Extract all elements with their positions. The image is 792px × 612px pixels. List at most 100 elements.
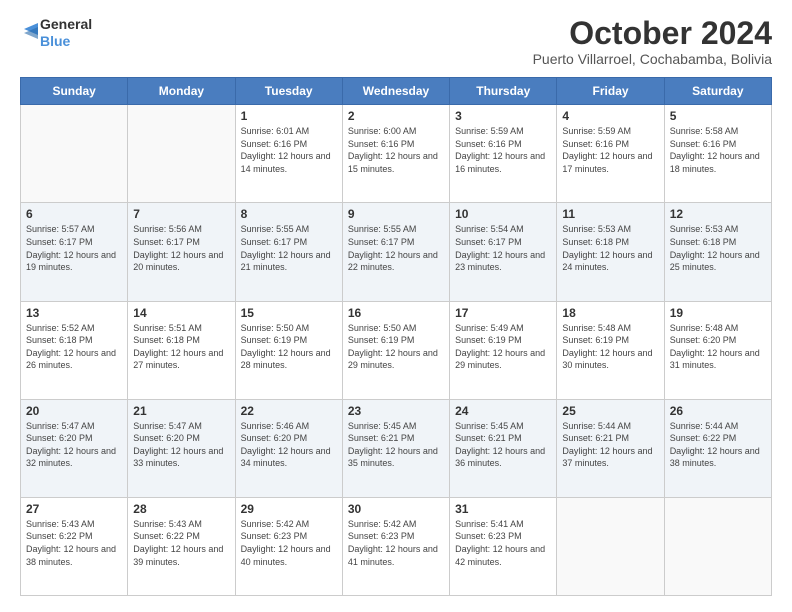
day-info: Sunrise: 5:43 AMSunset: 6:22 PMDaylight:… bbox=[133, 518, 229, 568]
calendar-day-cell: 27Sunrise: 5:43 AMSunset: 6:22 PMDayligh… bbox=[21, 497, 128, 595]
day-info: Sunrise: 5:55 AMSunset: 6:17 PMDaylight:… bbox=[241, 223, 337, 273]
weekday-header-row: SundayMondayTuesdayWednesdayThursdayFrid… bbox=[21, 78, 772, 105]
day-info: Sunrise: 5:57 AMSunset: 6:17 PMDaylight:… bbox=[26, 223, 122, 273]
calendar-day-cell: 11 Sunrise: 5:53 AMSunset: 6:18 PMDayligh… bbox=[557, 203, 664, 301]
calendar-day-cell: 4Sunrise: 5:59 AMSunset: 6:16 PMDaylight… bbox=[557, 105, 664, 203]
weekday-sunday: Sunday bbox=[21, 78, 128, 105]
logo-line1: General bbox=[40, 16, 92, 33]
calendar-day-cell: 17 Sunrise: 5:49 AMSunset: 6:19 PMDayligh… bbox=[450, 301, 557, 399]
calendar-day-cell: 18Sunrise: 5:48 AMSunset: 6:19 PMDayligh… bbox=[557, 301, 664, 399]
day-info: Sunrise: 5:53 AMSunset: 6:18 PMDaylight:… bbox=[670, 223, 766, 273]
day-info: Sunrise: 5:59 AMSunset: 6:16 PMDaylight:… bbox=[455, 125, 551, 175]
calendar-day-cell: 13 Sunrise: 5:52 AMSunset: 6:18 PMDayligh… bbox=[21, 301, 128, 399]
calendar-day-cell: 15 Sunrise: 5:50 AMSunset: 6:19 PMDayligh… bbox=[235, 301, 342, 399]
week-row-5: 27Sunrise: 5:43 AMSunset: 6:22 PMDayligh… bbox=[21, 497, 772, 595]
weekday-monday: Monday bbox=[128, 78, 235, 105]
calendar-day-cell bbox=[557, 497, 664, 595]
day-number: 21 bbox=[133, 404, 229, 418]
day-info: Sunrise: 5:50 AMSunset: 6:19 PMDaylight:… bbox=[348, 322, 444, 372]
day-info: Sunrise: 5:41 AMSunset: 6:23 PMDaylight:… bbox=[455, 518, 551, 568]
logo-line2: Blue bbox=[40, 33, 92, 50]
weekday-wednesday: Wednesday bbox=[342, 78, 449, 105]
day-number: 14 bbox=[133, 306, 229, 320]
week-row-1: 1 Sunrise: 6:01 AMSunset: 6:16 PMDaylight… bbox=[21, 105, 772, 203]
calendar-day-cell: 8 Sunrise: 5:55 AMSunset: 6:17 PMDaylight… bbox=[235, 203, 342, 301]
calendar-day-cell: 14 Sunrise: 5:51 AMSunset: 6:18 PMDayligh… bbox=[128, 301, 235, 399]
week-row-4: 20 Sunrise: 5:47 AMSunset: 6:20 PMDayligh… bbox=[21, 399, 772, 497]
day-number: 16 bbox=[348, 306, 444, 320]
calendar-day-cell: 5 Sunrise: 5:58 AMSunset: 6:16 PMDaylight… bbox=[664, 105, 771, 203]
day-number: 12 bbox=[670, 207, 766, 221]
calendar-day-cell bbox=[128, 105, 235, 203]
title-block: October 2024 Puerto Villarroel, Cochabam… bbox=[533, 16, 772, 67]
weekday-saturday: Saturday bbox=[664, 78, 771, 105]
calendar-day-cell: 29 Sunrise: 5:42 AMSunset: 6:23 PMDayligh… bbox=[235, 497, 342, 595]
location-subtitle: Puerto Villarroel, Cochabamba, Bolivia bbox=[533, 51, 772, 67]
day-info: Sunrise: 6:01 AMSunset: 6:16 PMDaylight:… bbox=[241, 125, 337, 175]
day-info: Sunrise: 5:58 AMSunset: 6:16 PMDaylight:… bbox=[670, 125, 766, 175]
calendar-table: SundayMondayTuesdayWednesdayThursdayFrid… bbox=[20, 77, 772, 596]
calendar-day-cell: 12 Sunrise: 5:53 AMSunset: 6:18 PMDayligh… bbox=[664, 203, 771, 301]
day-info: Sunrise: 5:52 AMSunset: 6:18 PMDaylight:… bbox=[26, 322, 122, 372]
day-info: Sunrise: 5:54 AMSunset: 6:17 PMDaylight:… bbox=[455, 223, 551, 273]
day-info: Sunrise: 5:42 AMSunset: 6:23 PMDaylight:… bbox=[348, 518, 444, 568]
day-number: 18 bbox=[562, 306, 658, 320]
calendar-day-cell: 1 Sunrise: 6:01 AMSunset: 6:16 PMDaylight… bbox=[235, 105, 342, 203]
calendar-day-cell bbox=[664, 497, 771, 595]
day-number: 8 bbox=[241, 207, 337, 221]
day-info: Sunrise: 5:45 AMSunset: 6:21 PMDaylight:… bbox=[348, 420, 444, 470]
day-info: Sunrise: 5:47 AMSunset: 6:20 PMDaylight:… bbox=[26, 420, 122, 470]
day-info: Sunrise: 5:44 AMSunset: 6:21 PMDaylight:… bbox=[562, 420, 658, 470]
day-number: 11 bbox=[562, 207, 658, 221]
day-number: 29 bbox=[241, 502, 337, 516]
calendar-day-cell: 2Sunrise: 6:00 AMSunset: 6:16 PMDaylight… bbox=[342, 105, 449, 203]
logo: General Blue bbox=[20, 16, 92, 50]
calendar-day-cell: 10Sunrise: 5:54 AMSunset: 6:17 PMDayligh… bbox=[450, 203, 557, 301]
day-number: 6 bbox=[26, 207, 122, 221]
weekday-tuesday: Tuesday bbox=[235, 78, 342, 105]
day-number: 1 bbox=[241, 109, 337, 123]
day-info: Sunrise: 6:00 AMSunset: 6:16 PMDaylight:… bbox=[348, 125, 444, 175]
day-info: Sunrise: 5:42 AMSunset: 6:23 PMDaylight:… bbox=[241, 518, 337, 568]
day-number: 3 bbox=[455, 109, 551, 123]
calendar-day-cell: 6 Sunrise: 5:57 AMSunset: 6:17 PMDaylight… bbox=[21, 203, 128, 301]
calendar-day-cell: 9 Sunrise: 5:55 AMSunset: 6:17 PMDaylight… bbox=[342, 203, 449, 301]
calendar-day-cell: 21Sunrise: 5:47 AMSunset: 6:20 PMDayligh… bbox=[128, 399, 235, 497]
calendar-day-cell bbox=[21, 105, 128, 203]
calendar-day-cell: 23Sunrise: 5:45 AMSunset: 6:21 PMDayligh… bbox=[342, 399, 449, 497]
day-number: 17 bbox=[455, 306, 551, 320]
day-number: 7 bbox=[133, 207, 229, 221]
day-number: 9 bbox=[348, 207, 444, 221]
day-number: 15 bbox=[241, 306, 337, 320]
day-info: Sunrise: 5:50 AMSunset: 6:19 PMDaylight:… bbox=[241, 322, 337, 372]
day-number: 5 bbox=[670, 109, 766, 123]
day-number: 13 bbox=[26, 306, 122, 320]
day-info: Sunrise: 5:51 AMSunset: 6:18 PMDaylight:… bbox=[133, 322, 229, 372]
calendar-day-cell: 24Sunrise: 5:45 AMSunset: 6:21 PMDayligh… bbox=[450, 399, 557, 497]
month-title: October 2024 bbox=[533, 16, 772, 51]
day-number: 22 bbox=[241, 404, 337, 418]
calendar-day-cell: 3 Sunrise: 5:59 AMSunset: 6:16 PMDaylight… bbox=[450, 105, 557, 203]
day-info: Sunrise: 5:48 AMSunset: 6:20 PMDaylight:… bbox=[670, 322, 766, 372]
calendar-day-cell: 26 Sunrise: 5:44 AMSunset: 6:22 PMDayligh… bbox=[664, 399, 771, 497]
day-info: Sunrise: 5:45 AMSunset: 6:21 PMDaylight:… bbox=[455, 420, 551, 470]
calendar-day-cell: 30 Sunrise: 5:42 AMSunset: 6:23 PMDayligh… bbox=[342, 497, 449, 595]
calendar-day-cell: 25 Sunrise: 5:44 AMSunset: 6:21 PMDayligh… bbox=[557, 399, 664, 497]
day-info: Sunrise: 5:49 AMSunset: 6:19 PMDaylight:… bbox=[455, 322, 551, 372]
day-info: Sunrise: 5:55 AMSunset: 6:17 PMDaylight:… bbox=[348, 223, 444, 273]
header: General Blue October 2024 Puerto Villarr… bbox=[20, 16, 772, 67]
day-info: Sunrise: 5:43 AMSunset: 6:22 PMDaylight:… bbox=[26, 518, 122, 568]
day-number: 26 bbox=[670, 404, 766, 418]
calendar-day-cell: 7Sunrise: 5:56 AMSunset: 6:17 PMDaylight… bbox=[128, 203, 235, 301]
page: General Blue October 2024 Puerto Villarr… bbox=[0, 0, 792, 612]
calendar-day-cell: 31Sunrise: 5:41 AMSunset: 6:23 PMDayligh… bbox=[450, 497, 557, 595]
calendar-day-cell: 19Sunrise: 5:48 AMSunset: 6:20 PMDayligh… bbox=[664, 301, 771, 399]
day-info: Sunrise: 5:53 AMSunset: 6:18 PMDaylight:… bbox=[562, 223, 658, 273]
day-info: Sunrise: 5:44 AMSunset: 6:22 PMDaylight:… bbox=[670, 420, 766, 470]
weekday-thursday: Thursday bbox=[450, 78, 557, 105]
day-number: 25 bbox=[562, 404, 658, 418]
day-number: 30 bbox=[348, 502, 444, 516]
day-number: 20 bbox=[26, 404, 122, 418]
calendar-day-cell: 28Sunrise: 5:43 AMSunset: 6:22 PMDayligh… bbox=[128, 497, 235, 595]
logo-bird-icon bbox=[20, 19, 38, 47]
